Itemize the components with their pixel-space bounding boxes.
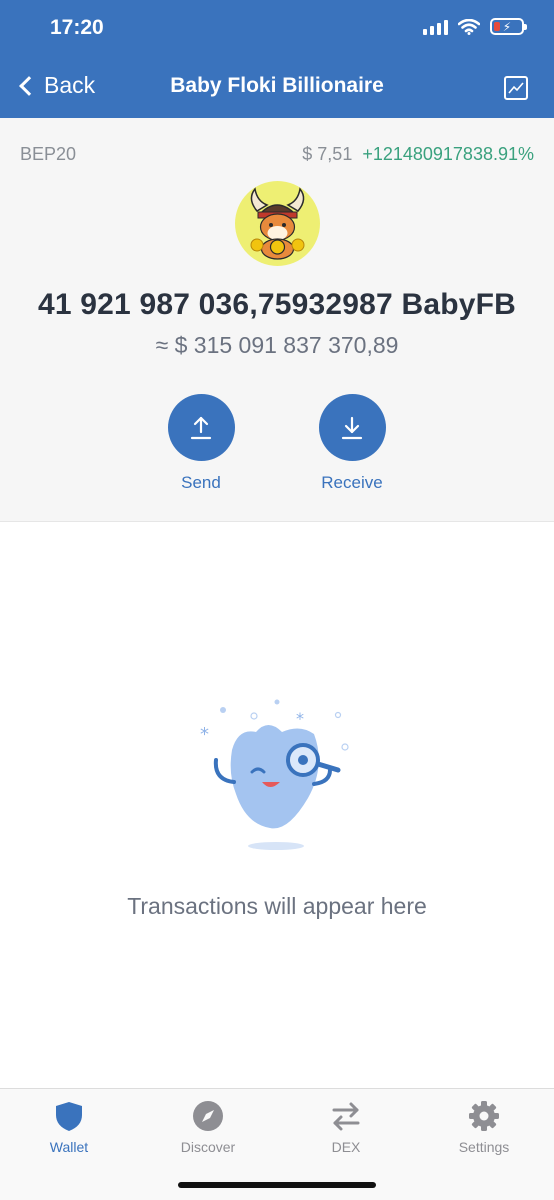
chevron-left-icon — [19, 75, 39, 96]
download-arrow-icon — [318, 394, 386, 461]
shield-icon — [52, 1099, 86, 1133]
receive-label: Receive — [321, 473, 383, 492]
token-price: $ 7,51 — [302, 144, 353, 164]
back-label: Back — [44, 72, 96, 98]
tab-label-discover: Discover — [180, 1139, 236, 1155]
swap-arrows-icon — [329, 1099, 363, 1133]
battery-icon: ⚡ — [490, 18, 527, 35]
tab-wallet[interactable]: Wallet — [9, 1099, 129, 1155]
tab-dex[interactable]: DEX — [286, 1099, 406, 1155]
tab-label-settings: Settings — [458, 1139, 510, 1155]
status-time: 17:20 — [50, 16, 104, 39]
svg-text:*: * — [200, 724, 209, 745]
send-button[interactable]: Send — [151, 394, 251, 493]
fiat-balance: ≈ $ 315 091 837 370,89 — [155, 332, 399, 358]
tab-discover[interactable]: Discover — [148, 1099, 268, 1155]
empty-state-illustration: * * — [190, 690, 360, 860]
tab-settings[interactable]: Settings — [424, 1099, 544, 1155]
network-label: BEP20 — [20, 144, 77, 164]
header: 17:20 ⚡ Back Baby Floki Billionaire — [0, 0, 554, 118]
token-balance: 41 921 987 036,75932987 BabyFB — [37, 288, 517, 321]
tab-label-dex: DEX — [331, 1139, 361, 1155]
send-label: Send — [181, 473, 221, 492]
empty-state-text: Transactions will appear here — [127, 893, 427, 919]
wifi-icon — [458, 18, 480, 35]
receive-button[interactable]: Receive — [302, 394, 402, 493]
upload-arrow-icon — [167, 394, 235, 461]
back-button[interactable]: Back — [16, 72, 95, 99]
compass-icon — [191, 1099, 225, 1133]
token-logo — [235, 181, 320, 266]
status-icons: ⚡ — [423, 18, 527, 35]
svg-text:*: * — [296, 709, 304, 728]
cellular-signal-icon — [423, 19, 448, 35]
price-change: +121480917838.91% — [362, 144, 534, 164]
price-row: $ 7,51 +121480917838.91% — [302, 144, 534, 165]
gear-icon — [467, 1099, 501, 1133]
token-summary: BEP20 $ 7,51 +121480917838.91% 41 921 98… — [0, 118, 554, 522]
home-indicator — [178, 1182, 376, 1188]
tab-label-wallet: Wallet — [49, 1139, 89, 1155]
chart-icon[interactable] — [504, 76, 528, 100]
